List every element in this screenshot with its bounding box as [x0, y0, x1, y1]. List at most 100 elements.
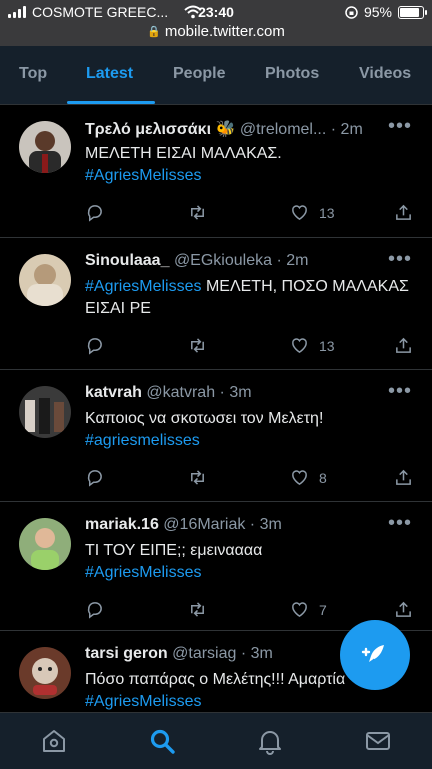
share-icon — [396, 601, 411, 617]
tweet-text: ΜΕΛΕΤΗ ΕΙΣΑΙ ΜΑΛΑΚΑΣ. #AgriesMelisses — [85, 143, 416, 187]
reply-button[interactable] — [85, 468, 104, 487]
tweet-actions: 13 — [85, 336, 416, 360]
like-button[interactable]: 7 — [290, 600, 327, 619]
search-icon[interactable] — [148, 727, 176, 755]
tweet-actions: 8 — [85, 468, 416, 492]
user-handle[interactable]: @katvrah — [146, 384, 215, 401]
retweet-icon — [191, 205, 204, 220]
separator-dot: · — [276, 252, 282, 269]
tab-people[interactable]: People — [173, 46, 225, 104]
share-button[interactable] — [394, 468, 413, 487]
share-icon — [396, 337, 411, 353]
more-options-icon[interactable]: ••• — [388, 380, 412, 403]
tweet-actions: 13 — [85, 203, 416, 227]
like-button[interactable]: 13 — [290, 203, 335, 222]
tweet-text: ΤΙ ΤΟΥ ΕΙΠΕ;; εμειναααα #AgriesMelisses — [85, 540, 416, 584]
user-handle[interactable]: @tarsiag — [172, 645, 236, 662]
separator-dot: · — [219, 384, 225, 401]
timestamp[interactable]: 3m — [260, 516, 282, 533]
like-button[interactable]: 8 — [290, 468, 327, 487]
retweet-button[interactable] — [188, 203, 207, 222]
hashtag-link[interactable]: #AgriesMelisses — [85, 278, 201, 295]
tweet-body: ΤΙ ΤΟΥ ΕΙΠΕ;; εμειναααα — [85, 542, 263, 559]
tab-top[interactable]: Top — [19, 46, 47, 104]
lock-icon: 🔒 — [147, 26, 161, 38]
reply-button[interactable] — [85, 600, 104, 619]
display-name[interactable]: tarsi geron — [85, 645, 168, 662]
hashtag-link[interactable]: #AgriesMelisses — [85, 691, 416, 713]
tab-videos[interactable]: Videos — [359, 46, 411, 104]
like-count: 13 — [319, 204, 335, 221]
user-handle[interactable]: @EGkiouleka — [174, 252, 272, 269]
like-count: 7 — [319, 601, 327, 618]
tab-latest[interactable]: Latest — [86, 46, 133, 104]
display-name[interactable]: mariak.16 — [85, 516, 159, 533]
tab-photos[interactable]: Photos — [265, 46, 319, 104]
tweet-text: Καποιος να σκοτωσει τον Μελετη! #agriesm… — [85, 408, 416, 452]
tweet-text: #AgriesMelisses ΜΕΛΕΤΗ, ΠΟΣΟ ΜΑΛΑΚΑΣ ΕΙΣ… — [85, 276, 416, 320]
browser-status-bar: COSMOTE GREEC... 23:40 95% 🔒 mobile.twitt… — [0, 0, 432, 46]
share-icon — [396, 204, 411, 220]
orientation-lock-icon — [345, 5, 358, 19]
retweet-button[interactable] — [188, 468, 207, 487]
tweet-body: ΜΕΛΕΤΗ ΕΙΣΑΙ ΜΑΛΑΚΑΣ. — [85, 145, 282, 162]
heart-icon — [292, 338, 307, 354]
share-button[interactable] — [394, 336, 413, 355]
like-count: 13 — [319, 337, 335, 354]
avatar[interactable] — [19, 121, 71, 173]
retweet-button[interactable] — [188, 600, 207, 619]
tweet[interactable]: mariak.16 @16Mariak · 3m ••• ΤΙ ΤΟΥ ΕΙΠΕ… — [0, 502, 432, 631]
hashtag-link[interactable]: #agriesmelisses — [85, 430, 416, 452]
url-text: mobile.twitter.com — [164, 23, 285, 40]
hashtag-link[interactable]: #AgriesMelisses — [85, 165, 416, 187]
search-tabs: Top Latest People Photos Videos — [0, 46, 432, 105]
tweet[interactable]: katvrah @katvrah · 3m ••• Καποιος να σκο… — [0, 370, 432, 502]
display-name[interactable]: Sinoulaaa_ — [85, 252, 169, 269]
user-handle[interactable]: @16Mariak — [163, 516, 245, 533]
tweet-body: Καποιος να σκοτωσει τον Μελετη! — [85, 410, 324, 427]
reply-icon — [87, 205, 102, 222]
more-options-icon[interactable]: ••• — [388, 248, 412, 271]
reply-icon — [87, 470, 102, 487]
like-button[interactable]: 13 — [290, 336, 335, 355]
more-options-icon[interactable]: ••• — [388, 512, 412, 535]
reply-button[interactable] — [85, 203, 104, 222]
home-icon[interactable] — [40, 727, 68, 755]
tweet[interactable]: Τρελό μελισσάκι 🐝 @trelomel... · 2m ••• … — [0, 105, 432, 238]
bell-icon[interactable] — [256, 727, 284, 755]
heart-icon — [292, 205, 307, 221]
display-name[interactable]: Τρελό μελισσάκι 🐝 — [85, 121, 235, 138]
mail-icon[interactable] — [364, 727, 392, 755]
avatar[interactable] — [19, 386, 71, 438]
retweet-button[interactable] — [188, 336, 207, 355]
battery-percentage: 95% — [363, 4, 392, 20]
timestamp[interactable]: 3m — [229, 384, 251, 401]
reply-icon — [87, 602, 102, 619]
tweet[interactable]: Sinoulaaa_ @EGkiouleka · 2m ••• #AgriesM… — [0, 238, 432, 370]
avatar[interactable] — [19, 254, 71, 306]
like-count: 8 — [319, 469, 327, 486]
more-options-icon[interactable]: ••• — [388, 115, 412, 138]
user-handle[interactable]: @trelomel... — [240, 121, 326, 138]
timestamp[interactable]: 2m — [286, 252, 308, 269]
reply-icon — [87, 338, 102, 355]
separator-dot: · — [240, 645, 247, 662]
separator-dot: · — [249, 516, 256, 533]
address-bar[interactable]: 🔒 mobile.twitter.com — [0, 23, 432, 40]
share-icon — [396, 469, 411, 485]
timestamp[interactable]: 3m — [251, 645, 273, 662]
retweet-icon — [191, 470, 204, 485]
active-tab-indicator — [67, 101, 155, 104]
battery-icon — [398, 5, 427, 19]
display-name[interactable]: katvrah — [85, 384, 142, 401]
share-button[interactable] — [394, 600, 413, 619]
hashtag-link[interactable]: #AgriesMelisses — [85, 562, 416, 584]
avatar[interactable] — [19, 518, 71, 570]
share-button[interactable] — [394, 203, 413, 222]
reply-button[interactable] — [85, 336, 104, 355]
avatar[interactable] — [19, 647, 71, 699]
heart-icon — [292, 470, 307, 486]
compose-tweet-button[interactable] — [340, 620, 410, 690]
timestamp[interactable]: 2m — [341, 121, 363, 138]
heart-icon — [292, 602, 307, 618]
